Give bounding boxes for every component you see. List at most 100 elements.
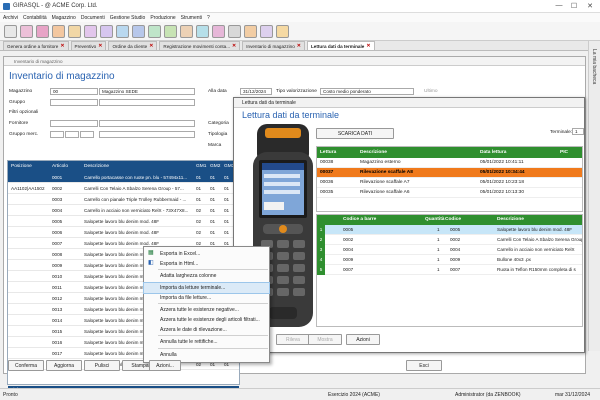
gruppo-merc-desc-field[interactable]	[99, 131, 195, 138]
toolbar-button-icon[interactable]	[36, 25, 49, 38]
context-menu-item[interactable]: Azzera le date di rilevazione...	[144, 325, 269, 335]
col-codice-a-barre[interactable]: Codice a barre	[343, 217, 376, 222]
context-menu-item[interactable]: Annulla	[144, 350, 269, 360]
context-menu-item[interactable]: Adatta larghezza colonne	[144, 271, 269, 281]
tab-genera-ordine[interactable]: Genera ordine a fornitore ✕	[3, 41, 69, 50]
tab-inventario[interactable]: Inventario di magazzino ✕	[242, 41, 305, 50]
menu-documenti[interactable]: Documenti	[81, 15, 105, 21]
col-data-lettura[interactable]: Data lettura	[480, 150, 506, 155]
menu-gestione-studio[interactable]: Gestione Studio	[110, 15, 146, 21]
context-menu-item[interactable]: Annulla tutte le rettifiche...	[144, 337, 269, 347]
toolbar-button-icon[interactable]	[148, 25, 161, 38]
context-menu-item[interactable]: Azzera tutte le esistenze degli articoli…	[144, 315, 269, 325]
toolbar-button-icon[interactable]	[20, 25, 33, 38]
col-gm2[interactable]: GM2	[210, 164, 220, 169]
table-row[interactable]: 0006 Salopette lavoro blu denim mod. 48F 0…	[8, 227, 239, 238]
list-item[interactable]: 1 0005 1 0005 Salopette lavoro blu denim mod…	[317, 225, 582, 235]
toolbar-button-icon[interactable]	[68, 25, 81, 38]
toolbar-button-icon[interactable]	[100, 25, 113, 38]
context-menu-item[interactable]: Esporta in Excel...	[144, 249, 269, 259]
toolbar-button-icon[interactable]	[132, 25, 145, 38]
menu-produzione[interactable]: Produzione	[150, 15, 175, 21]
gruppo-merc-1-field[interactable]	[50, 131, 64, 138]
pulisci-button[interactable]: Pulisci	[84, 360, 120, 371]
gruppo-merc-2-field[interactable]	[65, 131, 79, 138]
col-quantita[interactable]: Quantità	[425, 217, 444, 222]
mostra-button[interactable]: Mostra	[308, 334, 342, 345]
tab-preventivo[interactable]: Preventivo ✕	[70, 41, 107, 50]
tab-registrazione-movimenti[interactable]: Registrazione movimenti conta... ✕	[159, 41, 241, 50]
table-row[interactable]: AA1102|AA1502 0002 Carrelli Con Telaio A S…	[8, 183, 239, 194]
context-menu-item[interactable]: Esporta in Html...	[144, 259, 269, 269]
close-tab-icon[interactable]: ✕	[232, 43, 236, 49]
context-menu-item[interactable]: Importa da file letture...	[144, 293, 269, 303]
tipo-valorizzazione-select[interactable]: Costo medio ponderato	[320, 88, 414, 95]
list-item[interactable]: 4 0009 1 0009 Bullone 40x3 .px	[317, 255, 582, 265]
toolbar-button-icon[interactable]	[84, 25, 97, 38]
tab-lettura-terminale[interactable]: Lettura dati da terminale ✕	[306, 41, 375, 50]
list-item[interactable]: 5 0007 1 0007 Ruota in Teflon R150mm complet…	[317, 265, 582, 275]
readings-list[interactable]: Lettura Descrizione Data lettura PIC 000…	[316, 146, 583, 212]
list-item[interactable]: 00036 Rilevazione scaffale A7 05/01/2022 1…	[317, 178, 582, 188]
col-pic[interactable]: PIC	[560, 150, 568, 155]
table-row[interactable]: 0003 Carrello con pianale Triple Trolley …	[8, 194, 239, 205]
terminale-select[interactable]: 1	[572, 128, 584, 135]
fornitore-code-field[interactable]	[50, 120, 98, 127]
col-articolo[interactable]: Articolo	[52, 164, 68, 169]
table-row[interactable]: 0004 Carrello in acciaio non verniciato R…	[8, 205, 239, 216]
toolbar-button-icon[interactable]	[260, 25, 273, 38]
col-descrizione[interactable]: Descrizione	[360, 150, 387, 155]
side-tab-bacheca[interactable]: La mia bacheca	[588, 41, 600, 351]
close-tab-icon[interactable]: ✕	[60, 43, 64, 49]
table-row[interactable]: 0001 Carrello portacasse con ruote pn. bl…	[8, 172, 239, 183]
minimize-button[interactable]: —	[552, 2, 566, 9]
toolbar-button-icon[interactable]	[244, 25, 257, 38]
col-codice[interactable]: Codice	[445, 217, 461, 222]
dialog-azioni-button[interactable]: Azioni	[346, 334, 380, 345]
conferma-button[interactable]: Conferma	[8, 360, 44, 371]
toolbar-button-icon[interactable]	[164, 25, 177, 38]
rileva-button[interactable]: Rileva	[276, 334, 310, 345]
table-row[interactable]: 0005 Salopette lavoro blu denim mod. 48F 0…	[8, 216, 239, 227]
col-lettura[interactable]: Lettura	[320, 150, 336, 155]
azioni-button[interactable]: Azioni...	[149, 360, 181, 371]
toolbar-button-icon[interactable]	[180, 25, 193, 38]
list-item[interactable]: 00035 Rilevazione scaffale A6 05/01/2022 1…	[317, 188, 582, 198]
toolbar-button-icon[interactable]	[116, 25, 129, 38]
menu-help[interactable]: ?	[207, 15, 210, 21]
toolbar-button-icon[interactable]	[4, 25, 17, 38]
maximize-button[interactable]: ☐	[567, 2, 581, 10]
context-menu-item[interactable]: Importa da letture terminale...	[143, 282, 270, 294]
toolbar-button-icon[interactable]	[228, 25, 241, 38]
menu-magazzino[interactable]: Magazzino	[52, 15, 76, 21]
col-descrizione[interactable]: Descrizione	[84, 164, 109, 169]
close-tab-icon[interactable]: ✕	[297, 43, 301, 49]
toolbar-button-icon[interactable]	[52, 25, 65, 38]
context-menu-item[interactable]: Azzera tutte le esistenze negative...	[144, 305, 269, 315]
alla-data-field[interactable]: 31/12/2024	[240, 88, 272, 95]
menu-strumenti[interactable]: Strumenti	[181, 15, 202, 21]
col-posizione[interactable]: Posizione	[11, 164, 32, 169]
list-item[interactable]: 2 0002 1 0002 Carrelli Con Telaio A Sbalzo S…	[317, 235, 582, 245]
reading-detail-list[interactable]: Codice a barre Quantità Codice Descrizio…	[316, 214, 583, 327]
close-window-button[interactable]: ✕	[583, 2, 597, 10]
menu-archivi[interactable]: Archivi	[3, 15, 18, 21]
close-tab-icon[interactable]: ✕	[149, 43, 153, 49]
toolbar-button-icon[interactable]	[212, 25, 225, 38]
list-item[interactable]: 3 0004 1 0004 Carrello in acciaio non vernic…	[317, 245, 582, 255]
menu-contabilita[interactable]: Contabilità	[23, 15, 47, 21]
esci-button[interactable]: Esci	[406, 360, 442, 371]
col-descrizione[interactable]: Descrizione	[497, 217, 524, 222]
gruppo-desc-field[interactable]	[99, 99, 195, 106]
gruppo-field[interactable]	[50, 99, 98, 106]
close-tab-icon[interactable]: ✕	[98, 43, 102, 49]
col-gm1[interactable]: GM1	[196, 164, 206, 169]
gruppo-merc-3-field[interactable]	[80, 131, 94, 138]
toolbar-button-icon[interactable]	[276, 25, 289, 38]
tab-ordine-cliente[interactable]: Ordine da cliente ✕	[108, 41, 158, 50]
magazzino-name-field[interactable]: Magazzino SEDE	[99, 88, 195, 95]
aggiorna-button[interactable]: Aggiorna	[46, 360, 82, 371]
magazzino-code-field[interactable]: 00	[50, 88, 98, 95]
list-item[interactable]: 00037 Rilevazione scaffale A8 05/01/2022 1…	[317, 168, 582, 178]
list-item[interactable]: 00038 Magazzino esterno 05/01/2022 10:41:1…	[317, 158, 582, 168]
